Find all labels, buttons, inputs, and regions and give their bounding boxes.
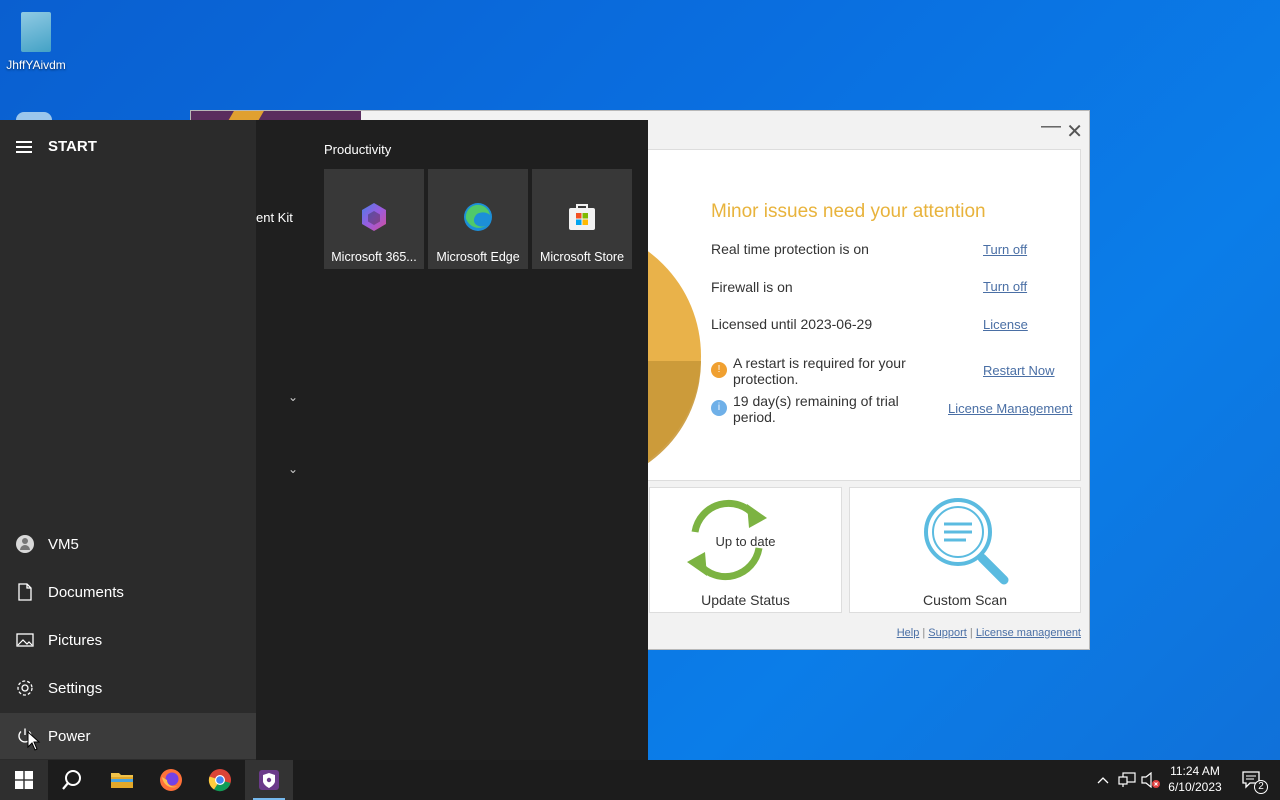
firewall-status: Firewall is on	[711, 279, 793, 295]
realtime-protection-status: Real time protection is on	[711, 241, 869, 257]
microsoft-edge-tile[interactable]: Microsoft Edge	[428, 169, 528, 269]
edge-icon	[464, 203, 492, 231]
license-link[interactable]: License	[983, 317, 1028, 332]
start-left-rail: START VM5 Documents Pictures Settings Po…	[0, 120, 256, 760]
microsoft-365-label: Microsoft 365...	[331, 250, 417, 264]
tile-group-title: Productivity	[324, 142, 392, 157]
update-status-text: Up to date	[715, 534, 776, 549]
power-label: Power	[48, 727, 91, 745]
footer-links: Help | Support | License management	[897, 627, 1081, 639]
mouse-cursor-icon	[27, 731, 41, 751]
desktop-icon-label: JhffYAivdm	[6, 58, 66, 72]
license-status: Licensed until 2023-06-29	[711, 316, 873, 332]
pictures-icon	[16, 631, 34, 649]
microsoft-365-icon	[362, 203, 386, 231]
realtime-turn-off-link[interactable]: Turn off	[983, 242, 1027, 257]
start-menu: START VM5 Documents Pictures Settings Po…	[0, 120, 648, 760]
magnifier-icon	[924, 498, 1009, 585]
gear-icon	[16, 679, 34, 697]
show-hidden-icons-button[interactable]	[1094, 760, 1112, 800]
antivirus-taskbar-button[interactable]	[245, 760, 293, 800]
app-list-item-partial[interactable]: ent Kit	[256, 210, 293, 225]
start-title: START	[48, 138, 97, 155]
store-icon	[569, 204, 595, 230]
desktop-icon-partial[interactable]	[16, 112, 52, 120]
settings-label: Settings	[48, 679, 103, 697]
license-management-footer-link[interactable]: License management	[976, 627, 1081, 639]
action-center-button[interactable]: 2	[1232, 760, 1272, 800]
file-explorer-icon	[111, 773, 133, 788]
settings-item[interactable]: Settings	[0, 665, 256, 711]
firefox-button[interactable]	[147, 760, 195, 800]
network-button[interactable]	[1116, 760, 1138, 800]
microsoft-store-tile[interactable]: Microsoft Store	[532, 169, 632, 269]
documents-item[interactable]: Documents	[0, 569, 256, 615]
support-link[interactable]: Support	[928, 627, 967, 639]
footer-separator: |	[969, 627, 973, 639]
restart-notice: A restart is required for your protectio…	[733, 355, 906, 387]
custom-scan-tile[interactable]: Custom Scan	[849, 487, 1081, 613]
firefox-icon	[160, 769, 182, 791]
user-account-item[interactable]: VM5	[0, 521, 256, 567]
pictures-label: Pictures	[48, 631, 103, 649]
user-account-label: VM5	[48, 535, 79, 553]
hamburger-menu-icon[interactable]	[16, 140, 32, 153]
taskbar: 11:24 AM 6/10/2023 2	[0, 760, 1280, 800]
close-button[interactable]: ✕	[1066, 119, 1083, 144]
document-icon	[16, 583, 34, 601]
minimize-button[interactable]: —	[1041, 115, 1061, 138]
user-avatar-icon	[16, 535, 34, 553]
notification-count-badge: 2	[1254, 780, 1268, 794]
start-button[interactable]	[0, 760, 48, 800]
start-icon	[15, 771, 33, 789]
system-clock[interactable]: 11:24 AM 6/10/2023	[1164, 763, 1226, 795]
clock-time: 11:24 AM	[1170, 764, 1220, 778]
custom-scan-label: Custom Scan	[922, 592, 1008, 608]
update-status-label: Update Status	[701, 592, 790, 608]
status-title: Minor issues need your attention	[711, 201, 986, 222]
update-status-tile[interactable]: Up to date Update Status	[649, 487, 842, 613]
chevron-down-icon[interactable]: ⌄	[288, 462, 298, 476]
documents-label: Documents	[48, 583, 124, 601]
chrome-icon	[208, 769, 231, 792]
warning-icon: !	[711, 362, 727, 378]
firewall-turn-off-link[interactable]: Turn off	[983, 279, 1027, 294]
clock-date: 6/10/2023	[1168, 780, 1222, 794]
chevron-down-icon[interactable]: ⌄	[288, 390, 298, 404]
help-link[interactable]: Help	[897, 627, 920, 639]
chrome-button[interactable]	[196, 760, 244, 800]
desktop-icon-file[interactable]: JhffYAivdm	[4, 8, 68, 72]
volume-muted-icon	[1141, 772, 1160, 788]
search-button[interactable]	[48, 760, 96, 800]
footer-separator: |	[922, 627, 926, 639]
info-icon: i	[711, 400, 727, 416]
antivirus-icon	[259, 770, 279, 790]
pictures-item[interactable]: Pictures	[0, 617, 256, 663]
chevron-up-icon	[1097, 777, 1109, 784]
microsoft-365-tile[interactable]: Microsoft 365...	[324, 169, 424, 269]
volume-button[interactable]	[1140, 760, 1162, 800]
network-icon	[1118, 772, 1136, 787]
start-header[interactable]: START	[16, 138, 97, 155]
file-icon	[21, 12, 51, 52]
microsoft-store-label: Microsoft Store	[539, 250, 625, 264]
file-explorer-button[interactable]	[98, 760, 146, 800]
license-management-link[interactable]: License Management	[948, 401, 1072, 416]
restart-now-link[interactable]: Restart Now	[983, 363, 1055, 378]
status-panel	[631, 149, 1081, 481]
microsoft-edge-label: Microsoft Edge	[436, 250, 520, 264]
search-icon	[62, 770, 81, 790]
trial-notice: 19 day(s) remaining of trial period.	[733, 393, 899, 425]
